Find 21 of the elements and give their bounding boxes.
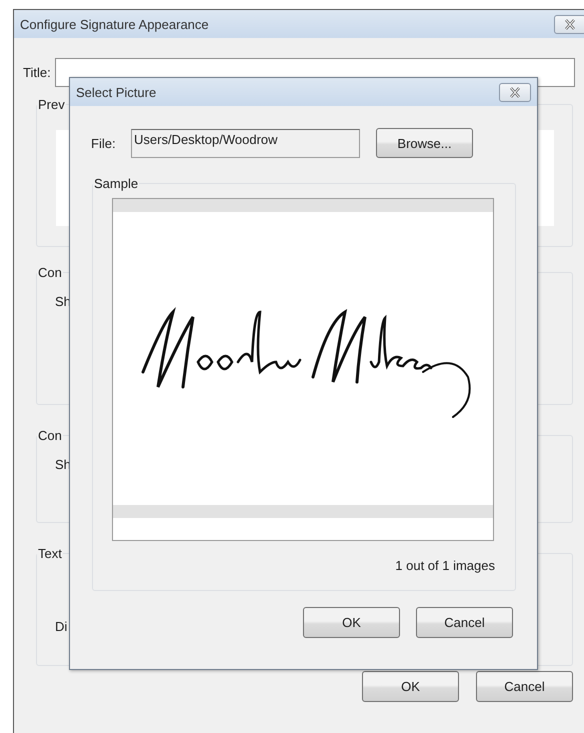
browse-button[interactable]: Browse... bbox=[376, 128, 473, 158]
close-icon bbox=[564, 18, 576, 30]
window-title: Configure Signature Appearance bbox=[20, 16, 209, 32]
group-title: Con bbox=[37, 428, 63, 443]
close-button[interactable] bbox=[554, 14, 584, 34]
file-field[interactable]: Users/Desktop/Woodrow bbox=[131, 128, 360, 158]
dialog-button[interactable]: OK bbox=[303, 607, 400, 638]
dialog-button[interactable]: Cancel bbox=[416, 607, 513, 638]
field-label: Title: bbox=[23, 65, 51, 80]
group-title: Text bbox=[37, 546, 63, 561]
dialog-button[interactable]: OK bbox=[362, 671, 459, 702]
field-label: File: bbox=[91, 136, 117, 150]
group-title: Prev bbox=[37, 97, 66, 112]
image-count: 1 out of 1 images bbox=[394, 558, 495, 573]
close-icon bbox=[509, 86, 521, 98]
window-title: Select Picture bbox=[76, 84, 156, 100]
group-title: Sample bbox=[93, 176, 140, 191]
dialog-button[interactable]: Cancel bbox=[476, 671, 573, 702]
close-button[interactable] bbox=[499, 82, 531, 102]
group-title: Con bbox=[37, 265, 63, 280]
option-label: Di bbox=[55, 619, 68, 634]
